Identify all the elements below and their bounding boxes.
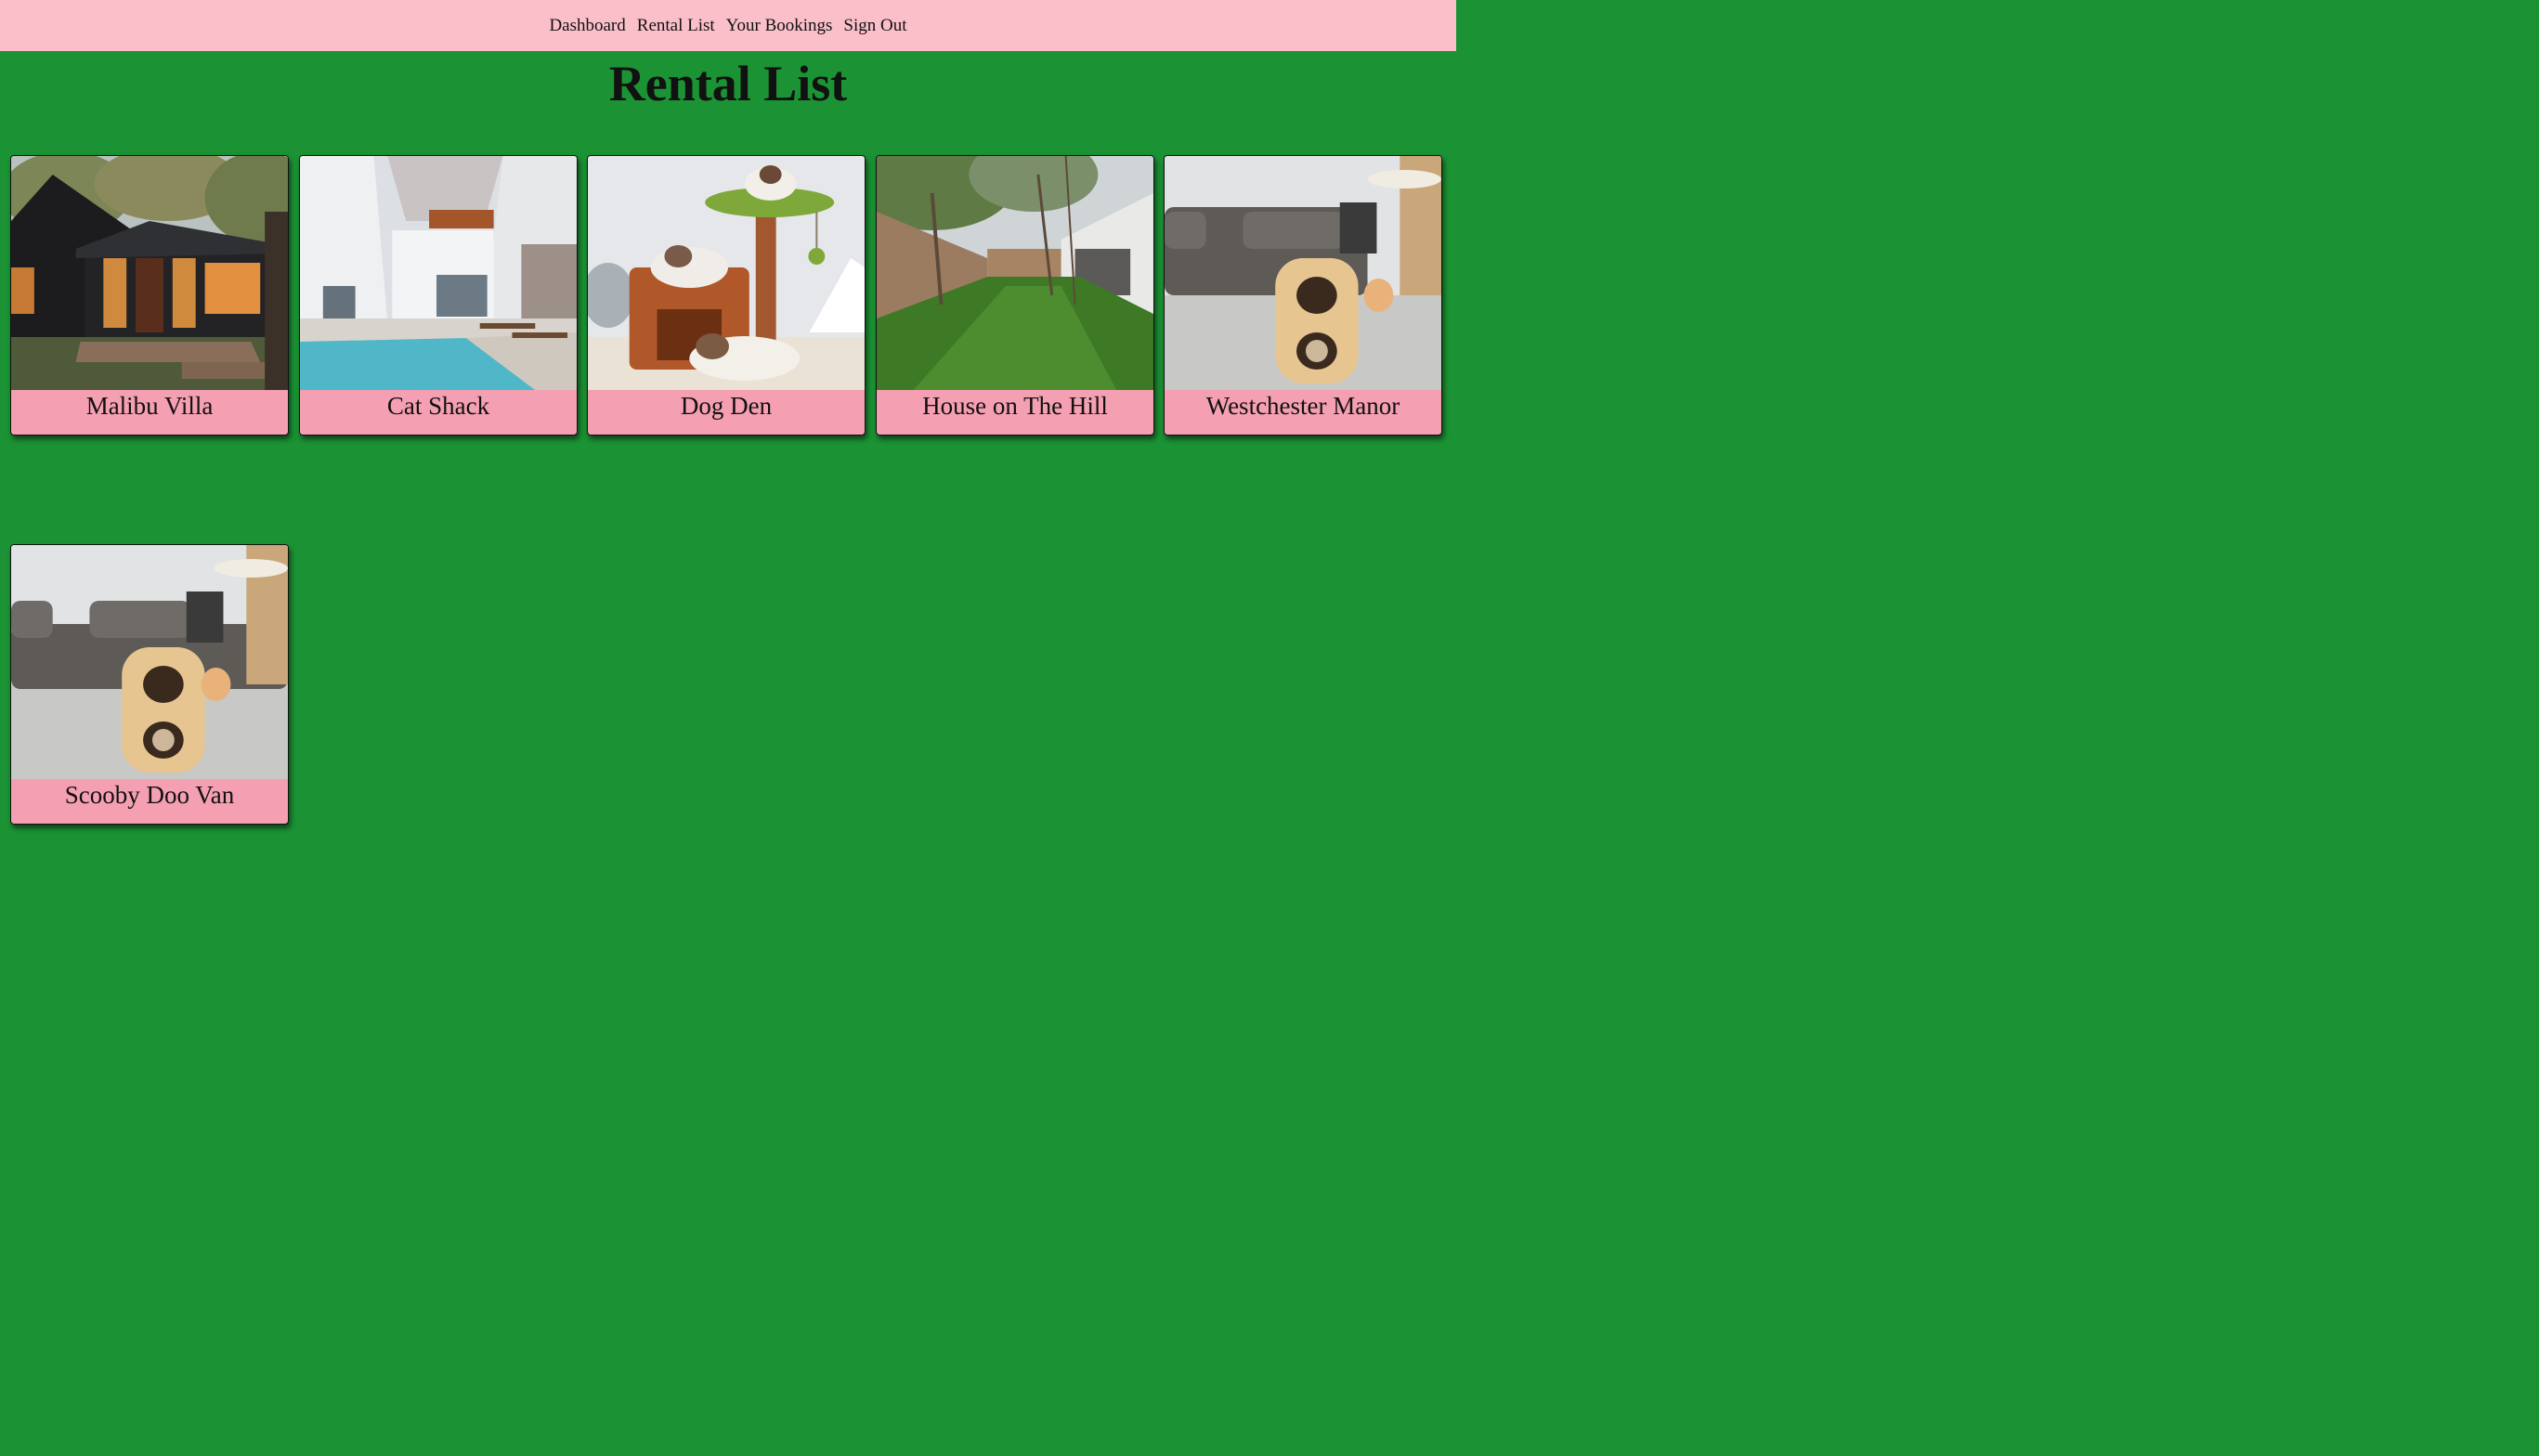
rental-card-malibu-villa[interactable]: Malibu Villa [10,155,289,436]
nav-link-your-bookings[interactable]: Your Bookings [726,16,833,36]
rental-card-scooby-doo-van[interactable]: Scooby Doo Van [10,544,289,825]
top-navigation: Dashboard Rental List Your Bookings Sign… [0,0,1456,51]
nav-link-sign-out[interactable]: Sign Out [843,16,906,36]
rental-name: Scooby Doo Van [64,781,235,809]
rental-name: Malibu Villa [85,392,214,420]
rental-photo[interactable] [11,545,288,779]
rental-photo[interactable] [877,156,1153,390]
rental-photo[interactable] [300,156,577,390]
rental-name: House on The Hill [922,392,1108,420]
rental-card-dog-den[interactable]: Dog Den [587,155,866,436]
rental-name: Cat Shack [386,392,490,420]
rental-card-cat-shack[interactable]: Cat Shack [299,155,578,436]
page-title: Rental List [608,56,848,111]
nav-link-dashboard[interactable]: Dashboard [549,16,625,36]
rental-photo[interactable] [1165,156,1441,390]
nav-link-rental-list[interactable]: Rental List [637,16,715,36]
rental-card-westchester-manor[interactable]: Westchester Manor [1164,155,1442,436]
rental-name: Dog Den [680,392,773,420]
rental-photo[interactable] [11,156,288,390]
rental-name: Westchester Manor [1205,392,1400,420]
rental-photo[interactable] [588,156,865,390]
rental-card-house-on-the-hill[interactable]: House on The Hill [876,155,1154,436]
